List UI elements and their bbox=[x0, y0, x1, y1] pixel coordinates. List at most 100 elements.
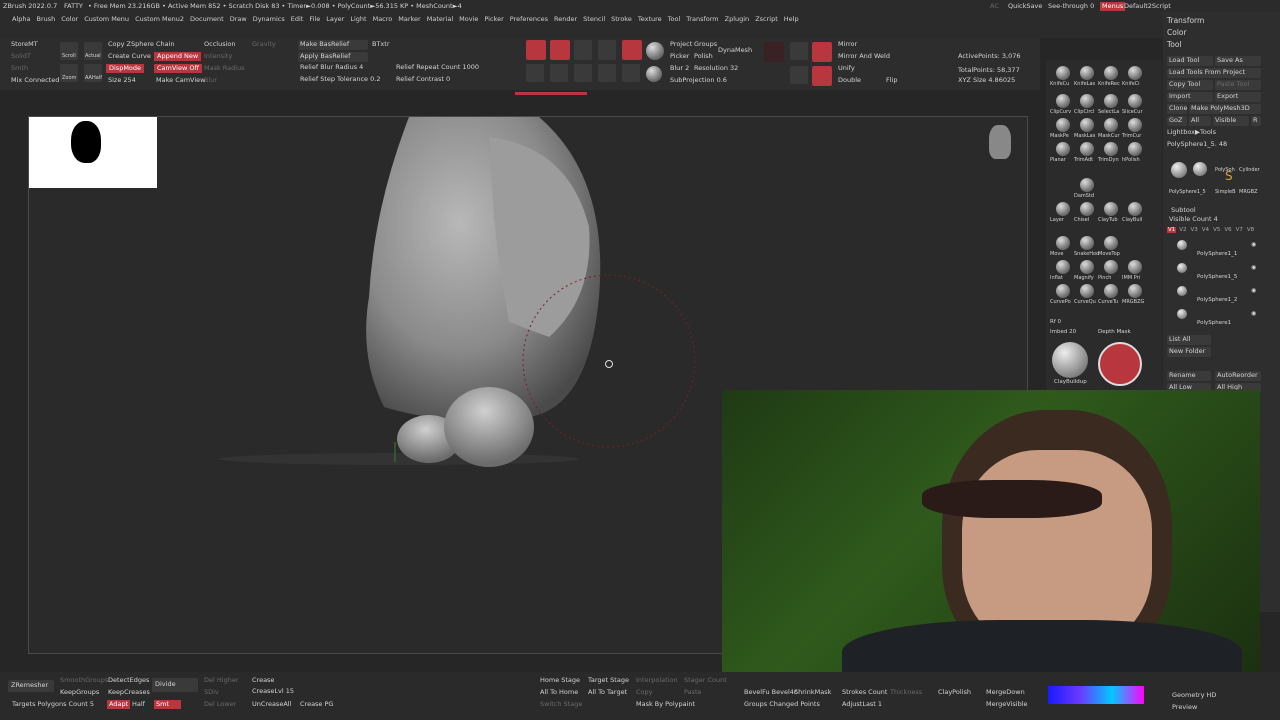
goz-button[interactable]: GoZ bbox=[1167, 116, 1187, 126]
menu-marker[interactable]: Marker bbox=[398, 15, 420, 23]
groups-button[interactable]: Groups bbox=[694, 40, 717, 49]
detectedges-button[interactable]: DetectEdges bbox=[108, 676, 149, 685]
current-brush-label[interactable]: ClayBuildup bbox=[1054, 378, 1087, 387]
menu-stencil[interactable]: Stencil bbox=[583, 15, 605, 23]
rf-slider[interactable]: Rf 0 bbox=[1050, 318, 1061, 327]
list-all-button[interactable]: List All bbox=[1167, 335, 1211, 345]
depth-mask-icon[interactable] bbox=[1098, 342, 1142, 386]
tool-thumb-sphere[interactable] bbox=[1171, 162, 1187, 178]
menu-custom-menu2[interactable]: Custom Menu2 bbox=[135, 15, 184, 23]
occlusion-slider[interactable]: Occlusion bbox=[204, 40, 235, 49]
double-button[interactable]: Double bbox=[838, 76, 861, 85]
brush-snakehoo-icon[interactable] bbox=[1080, 236, 1094, 250]
brush-hpolish-icon[interactable] bbox=[1128, 142, 1142, 156]
subdiv-level-v4[interactable]: V4 bbox=[1201, 227, 1210, 233]
navigation-head-gizmo[interactable] bbox=[989, 125, 1011, 159]
brush-inflat-icon[interactable] bbox=[1056, 260, 1070, 274]
paste-stage-button[interactable]: Paste bbox=[684, 688, 702, 697]
rotate-icon[interactable] bbox=[646, 42, 664, 60]
autoreorder-button[interactable]: AutoReorder bbox=[1215, 371, 1261, 381]
subdiv-level-v6[interactable]: V6 bbox=[1223, 227, 1232, 233]
brush-move-icon[interactable] bbox=[1056, 236, 1070, 250]
color-header[interactable]: Color bbox=[1167, 28, 1187, 37]
project-button[interactable]: Project bbox=[670, 40, 692, 49]
brush-maskpe-icon[interactable] bbox=[1056, 118, 1070, 132]
brush-curvetu-icon[interactable] bbox=[1104, 284, 1118, 298]
brush-planar-icon[interactable] bbox=[1056, 142, 1070, 156]
tool-thumb-mrgbz[interactable]: MRGBZ bbox=[1239, 188, 1258, 197]
visible-button[interactable]: Visible bbox=[1213, 116, 1249, 126]
subdiv-level-v1[interactable]: V1 bbox=[1167, 227, 1177, 233]
scroll-button[interactable]: Scroll bbox=[60, 42, 78, 60]
xyz-symmetry-icon[interactable] bbox=[812, 42, 832, 62]
load-from-project-button[interactable]: Load Tools From Project bbox=[1167, 68, 1261, 78]
all-to-target-button[interactable]: All To Target bbox=[588, 688, 627, 697]
make-polymesh-button[interactable]: Make PolyMesh3D bbox=[1189, 104, 1261, 114]
mirror-weld-button[interactable]: Mirror And Weld bbox=[838, 52, 890, 61]
polygroup-colors-strip[interactable] bbox=[1048, 686, 1144, 704]
save-as-button[interactable]: Save As bbox=[1215, 56, 1261, 66]
tool-header[interactable]: Tool bbox=[1167, 40, 1182, 49]
menu-alpha[interactable]: Alpha bbox=[12, 15, 30, 23]
camview-button[interactable]: CamView Off bbox=[154, 64, 202, 73]
intensity-slider[interactable]: Intensity bbox=[204, 52, 232, 61]
keepgroups-button[interactable]: KeepGroups bbox=[60, 688, 99, 697]
ghost-icon[interactable] bbox=[598, 64, 616, 82]
gravity-slider[interactable]: Gravity bbox=[252, 40, 276, 49]
storemt-button[interactable]: StoreMT bbox=[11, 40, 38, 49]
subtool-item[interactable]: PolySphere1_1 ◉ bbox=[1167, 238, 1263, 260]
subdiv-level-v8[interactable]: V8 bbox=[1246, 227, 1255, 233]
copy-zsphere-chain-button[interactable]: Copy ZSphere Chain bbox=[108, 40, 175, 49]
current-brush-icon[interactable] bbox=[1052, 342, 1088, 378]
clone-button[interactable]: Clone bbox=[1167, 104, 1187, 114]
brush-knifelas-icon[interactable] bbox=[1080, 66, 1094, 80]
shrinkmask-button[interactable]: ShrinkMask bbox=[794, 688, 831, 697]
move-icon[interactable] bbox=[598, 40, 616, 60]
dispmode-button[interactable]: DispMode bbox=[106, 64, 145, 73]
brush-chisel-icon[interactable] bbox=[1080, 202, 1094, 216]
brush-pinch-icon[interactable] bbox=[1104, 260, 1118, 274]
menu-brush[interactable]: Brush bbox=[36, 15, 55, 23]
home-stage-button[interactable]: Home Stage bbox=[540, 676, 580, 685]
menu-color[interactable]: Color bbox=[61, 15, 78, 23]
copy-stage-button[interactable]: Copy bbox=[636, 688, 653, 697]
adapt-button[interactable]: Adapt bbox=[107, 700, 131, 709]
uncreaseall-button[interactable]: UnCreaseAll bbox=[252, 700, 291, 709]
eye-icon[interactable]: ◉ bbox=[1251, 263, 1256, 272]
current-tool-slider[interactable]: PolySphere1_5. 48 bbox=[1167, 140, 1227, 149]
eye-icon[interactable]: ◉ bbox=[1251, 309, 1256, 318]
subdiv-level-v2[interactable]: V2 bbox=[1178, 227, 1187, 233]
remesh-all-icon[interactable] bbox=[526, 40, 546, 60]
brush-knifecu-icon[interactable] bbox=[1056, 66, 1070, 80]
brush-slicecur-icon[interactable] bbox=[1128, 94, 1142, 108]
zremesher-button[interactable]: ZRemesher bbox=[8, 680, 54, 692]
paste-tool-button[interactable]: Paste Tool bbox=[1215, 80, 1261, 90]
menu-light[interactable]: Light bbox=[350, 15, 366, 23]
subtool-item[interactable]: PolySphere1 ◉ bbox=[1167, 307, 1263, 329]
thickness-slider[interactable]: Thickness bbox=[890, 688, 922, 697]
claypolish-button[interactable]: ClayPolish bbox=[938, 688, 971, 697]
edit-icon[interactable] bbox=[550, 40, 570, 60]
smooth-button[interactable]: Smth bbox=[11, 64, 28, 73]
subtool-item[interactable]: PolySphere1_5 ◉ bbox=[1167, 261, 1263, 283]
append-new-button[interactable]: Append New bbox=[154, 52, 202, 61]
brush-layer-icon[interactable] bbox=[1056, 202, 1070, 216]
subtool-header[interactable]: Subtool bbox=[1171, 206, 1196, 215]
new-folder-button[interactable]: New Folder bbox=[1167, 347, 1211, 357]
size-slider[interactable]: Size 254 bbox=[108, 76, 136, 85]
menu-movie[interactable]: Movie bbox=[459, 15, 478, 23]
strokes-count-slider[interactable]: Strokes Count bbox=[842, 688, 887, 697]
actual-button[interactable]: Actual bbox=[84, 42, 102, 60]
crease-pg-button[interactable]: Crease PG bbox=[300, 700, 333, 709]
smt-button[interactable]: Smt bbox=[154, 700, 182, 709]
menu-zscript[interactable]: Zscript bbox=[755, 15, 778, 23]
eye-icon[interactable]: ◉ bbox=[1251, 286, 1256, 295]
brush-claytub-icon[interactable] bbox=[1104, 202, 1118, 216]
groups-changed-button[interactable]: Groups Changed Points bbox=[744, 700, 820, 709]
brush-knifeci-icon[interactable] bbox=[1128, 66, 1142, 80]
subdiv-level-v5[interactable]: V5 bbox=[1212, 227, 1221, 233]
brush-trimcur-icon[interactable] bbox=[1128, 118, 1142, 132]
btxtr-button[interactable]: BTxtr bbox=[372, 40, 390, 49]
dynamesh-icon[interactable] bbox=[764, 42, 784, 62]
divide-button[interactable]: Divide bbox=[152, 678, 198, 692]
